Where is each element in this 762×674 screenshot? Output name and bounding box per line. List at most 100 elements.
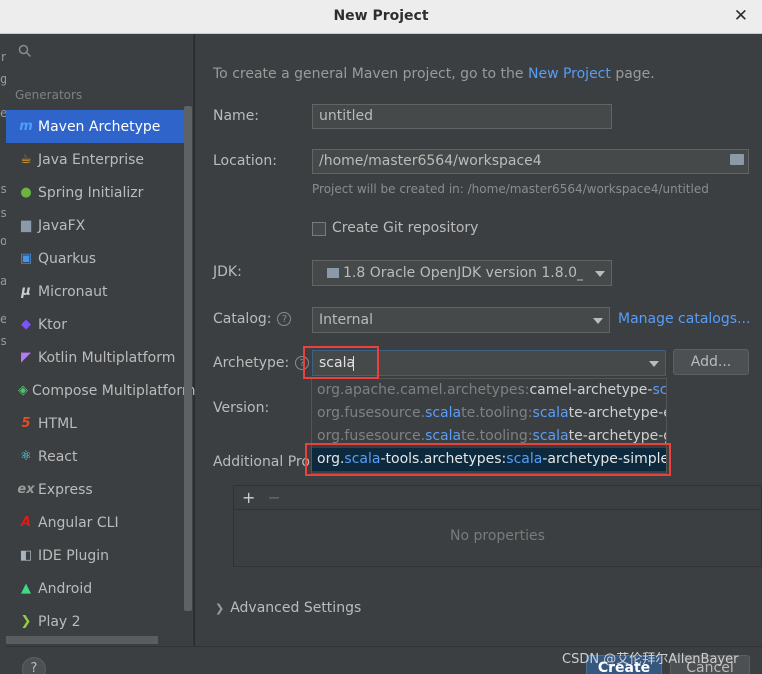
help-icon[interactable]: ? [295,356,310,370]
sidebar-item-html[interactable]: 5 HTML [6,407,192,440]
chevron-down-icon [649,361,659,367]
suggestion-text-part: scala [425,405,462,421]
sidebar-search[interactable] [6,34,194,68]
generator-list: m Maven Archetype ☕ Java Enterprise ● Spring … [6,110,196,638]
remove-property-icon[interactable]: − [267,488,280,507]
suggestion-text-part: scala [652,382,667,398]
manage-catalogs-link[interactable]: Manage catalogs... [618,311,750,327]
help-icon[interactable]: ? [277,312,292,326]
maven-icon: m [19,119,33,134]
location-field[interactable]: /home/master6564/workspace4 [312,149,749,174]
sidebar-item-label: Express [38,481,93,498]
sidebar-item-label: HTML [38,415,77,432]
sidebar-item-label: Ktor [38,316,67,333]
plugin-icon: ◧ [19,548,33,563]
kotlin-icon: ◤ [21,350,31,365]
sidebar-item-label: Micronaut [38,283,108,300]
new-project-link[interactable]: New Project [528,66,611,82]
window-title: New Project [333,8,429,24]
sidebar-item-java-enterprise[interactable]: ☕ Java Enterprise [6,143,192,176]
archetype-suggestion[interactable]: org.scala-tools.archetypes:scala-archety… [312,448,666,471]
version-label: Version: [213,400,270,416]
intro-prefix: To create a general Maven project, go to… [213,66,528,82]
archetype-suggestions-popup: org.apache.camel.archetypes:camel-archet… [311,378,667,474]
additional-properties-label: Additional Pro [213,454,310,470]
maven-archetype-form: To create a general Maven project, go to… [195,34,762,646]
intro-text: To create a general Maven project, go to… [213,66,655,82]
archetype-label-text: Archetype: [213,355,290,371]
archetype-suggestion[interactable]: org.fusesource.scalate.tooling:scalate-a… [312,425,666,448]
sidebar-item-label: Spring Initializr [38,184,144,201]
sidebar-item-compose-multiplatform[interactable]: ◈ Compose Multiplatform [6,374,196,407]
sidebar-item-label: Android [38,580,93,597]
intro-suffix: page. [610,66,655,82]
sidebar-item-kotlin-multiplatform[interactable]: ◤ Kotlin Multiplatform [6,341,192,374]
properties-table: + − No properties [233,485,762,567]
sidebar-item-maven-archetype[interactable]: m Maven Archetype [6,110,192,143]
git-checkbox[interactable] [312,222,326,236]
name-field[interactable]: untitled [312,104,612,129]
watermark: CSDN @艾伦拜尔AllenBayer [562,652,739,667]
jdk-select[interactable]: 1.8 Oracle OpenJDK version 1.8.0_1 [312,260,612,286]
archetype-input-value[interactable]: scala [319,355,355,371]
sidebar-item-android[interactable]: ▲ Android [6,572,192,605]
suggestion-text-part: te-archetype-em [568,405,666,421]
suggestion-text-part: scala [506,451,543,467]
generators-header: Generators [15,88,83,102]
suggestion-text-part: org.apache.camel.archetypes: [317,382,530,398]
compose-icon: ◈ [18,383,28,398]
catalog-label-text: Catalog: [213,311,272,327]
sidebar-horizontal-scrollbar[interactable] [6,636,158,644]
archetype-combo[interactable]: scala [312,350,666,376]
sidebar-item-label: Quarkus [38,250,97,267]
sidebar-item-micronaut[interactable]: μ Micronaut [6,275,192,308]
suggestion-text-part: scala [532,405,569,421]
react-icon: ⚛ [20,449,32,464]
archetype-suggestion[interactable]: org.apache.camel.archetypes:camel-archet… [312,379,666,402]
chevron-down-icon [595,271,605,277]
git-checkbox-label[interactable]: Create Git repository [332,220,478,236]
add-archetype-button[interactable]: Add... [673,349,749,375]
express-icon: ex [17,482,35,497]
jdk-folder-icon [327,268,339,278]
suggestion-text-part: te.tooling: [461,405,533,421]
spring-icon: ● [20,185,32,200]
suggestion-text-part: camel-archetype- [529,382,653,398]
suggestion-text-part: te-archetype-gu [568,428,666,444]
sidebar-item-label: Angular CLI [38,514,119,531]
archetype-label: Archetype:? [213,355,310,371]
add-property-icon[interactable]: + [242,488,255,507]
sidebar-item-spring-initializr[interactable]: ● Spring Initializr [6,176,192,209]
suggestion-text-part: -tools.archetypes: [380,451,507,467]
sidebar-scrollbar[interactable] [184,106,192,611]
jdk-label: JDK: [213,264,242,280]
suggestion-text-part: te.tooling: [461,428,533,444]
sidebar-item-express[interactable]: ex Express [6,473,192,506]
sidebar-item-label: Maven Archetype [38,118,161,135]
location-value: /home/master6564/workspace4 [319,153,542,169]
sidebar-item-play-2[interactable]: ❯ Play 2 [6,605,192,638]
jdk-value: 1.8 Oracle OpenJDK version 1.8.0_1 [343,265,583,281]
sidebar-item-quarkus[interactable]: ▣ Quarkus [6,242,192,275]
suggestion-text-part: scala [532,428,569,444]
sidebar-item-ktor[interactable]: ◆ Ktor [6,308,192,341]
help-button[interactable]: ? [22,657,46,674]
suggestion-text-part: org. [317,451,345,467]
sidebar-item-angular-cli[interactable]: A Angular CLI [6,506,192,539]
sidebar-item-react[interactable]: ⚛ React [6,440,192,473]
angular-icon: A [20,515,32,530]
archetype-suggestion[interactable]: org.fusesource.scalate.tooling:scalate-a… [312,402,666,425]
folder-browse-icon[interactable] [730,154,744,165]
advanced-settings-label: Advanced Settings [230,600,362,616]
text-cursor [353,356,354,371]
sidebar-item-label: React [38,448,78,465]
search-icon [18,44,32,58]
catalog-select[interactable]: Internal [312,307,610,333]
sidebar-item-label: Compose Multiplatform [32,382,196,399]
sidebar-item-label: JavaFX [38,217,86,234]
sidebar-item-ide-plugin[interactable]: ◧ IDE Plugin [6,539,192,572]
sidebar-item-label: Java Enterprise [38,151,145,168]
sidebar-item-javafx[interactable]: ▆ JavaFX [6,209,192,242]
close-icon[interactable]: ✕ [734,6,748,26]
advanced-settings-toggle[interactable]: ❯ Advanced Settings [215,600,361,616]
